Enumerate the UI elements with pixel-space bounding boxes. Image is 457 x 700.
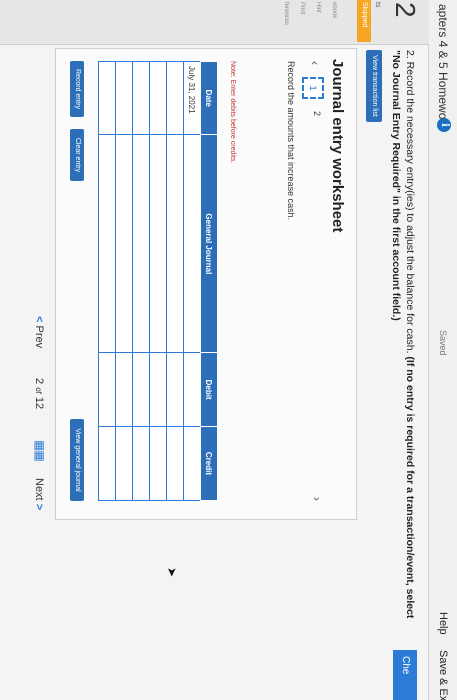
view-general-journal-button[interactable]: View general journal bbox=[70, 419, 84, 501]
table-row bbox=[98, 61, 116, 501]
worksheet-title: Journal entry worksheet bbox=[329, 59, 346, 233]
col-credit: Credit bbox=[200, 426, 218, 501]
account-field[interactable] bbox=[115, 134, 133, 353]
col-general-journal: General Journal bbox=[200, 134, 218, 353]
debit-field[interactable] bbox=[98, 352, 116, 427]
homework-title: apters 4 & 5 Homework bbox=[436, 4, 450, 130]
saved-status: Saved bbox=[438, 330, 448, 356]
references-link[interactable]: ferences bbox=[283, 2, 289, 25]
date-cell[interactable]: July 31, 2021 bbox=[183, 61, 201, 135]
account-field[interactable] bbox=[98, 134, 116, 353]
table-row bbox=[132, 61, 150, 501]
chevron-right-icon: > bbox=[33, 503, 45, 511]
chevron-left-icon: < bbox=[33, 316, 45, 323]
account-field[interactable] bbox=[166, 134, 184, 353]
account-field[interactable] bbox=[149, 134, 167, 353]
record-entry-button[interactable]: Record entry bbox=[70, 61, 84, 117]
photo-frame: apters 4 & 5 Homework i Saved Help Save … bbox=[0, 0, 457, 700]
table-row bbox=[166, 61, 184, 501]
credit-field[interactable] bbox=[132, 426, 150, 501]
debit-field[interactable] bbox=[132, 352, 150, 427]
prev-label: Prev bbox=[33, 325, 45, 349]
date-cell[interactable] bbox=[132, 61, 150, 135]
debit-credit-note: Note: Enter debits before credits. bbox=[229, 61, 236, 164]
screen: apters 4 & 5 Homework i Saved Help Save … bbox=[0, 0, 457, 700]
worksheet-instruction: Record the amounts that increase cash. bbox=[286, 61, 296, 221]
clear-entry-button[interactable]: Clear entry bbox=[70, 129, 84, 181]
hint-link[interactable]: Hint bbox=[315, 2, 321, 13]
grid-icon[interactable]: ▦▦ bbox=[33, 440, 47, 461]
question-text-main: 2. Record the necessary entry(ies) to ad… bbox=[404, 50, 416, 357]
points-label: ts bbox=[374, 2, 381, 8]
credit-field[interactable] bbox=[149, 426, 167, 501]
ebook-link[interactable]: ebook bbox=[331, 2, 337, 18]
journal-worksheet-panel: Journal entry worksheet ‹ 1 2 › Record t… bbox=[55, 48, 357, 520]
current-page: 2 bbox=[33, 378, 45, 385]
credit-field[interactable] bbox=[183, 426, 201, 501]
chevron-right-icon[interactable]: › bbox=[310, 497, 324, 501]
next-button[interactable]: Next > bbox=[33, 478, 45, 510]
chevron-left-icon[interactable]: ‹ bbox=[308, 61, 322, 65]
print-link[interactable]: Print bbox=[299, 2, 305, 14]
skipped-badge: Skipped bbox=[357, 0, 371, 42]
help-link[interactable]: Help bbox=[437, 612, 449, 635]
info-icon[interactable]: i bbox=[437, 118, 451, 132]
prev-button[interactable]: < Prev bbox=[33, 316, 45, 348]
date-cell[interactable] bbox=[98, 61, 116, 135]
table-row: July 31, 2021 bbox=[183, 61, 201, 501]
debit-field[interactable] bbox=[183, 352, 201, 427]
col-debit: Debit bbox=[200, 352, 218, 427]
debit-field[interactable] bbox=[115, 352, 133, 427]
top-bar: apters 4 & 5 Homework i Saved Help Save … bbox=[428, 0, 457, 700]
account-field[interactable] bbox=[183, 134, 201, 353]
question-text: 2. Record the necessary entry(ies) to ad… bbox=[389, 50, 417, 640]
left-sidebar: 2 ts Skipped ebook Hint Print ferences bbox=[0, 0, 429, 45]
worksheet-tab-2[interactable]: 2 bbox=[312, 111, 322, 116]
next-label: Next bbox=[33, 478, 45, 501]
question-number: 2 bbox=[390, 2, 421, 18]
date-cell[interactable] bbox=[166, 61, 184, 135]
save-exit-button[interactable]: Save & Ex bbox=[437, 650, 449, 700]
date-cell[interactable] bbox=[115, 61, 133, 135]
page-indicator: 2 of 12 bbox=[33, 378, 45, 409]
page-of: of bbox=[34, 387, 43, 394]
debit-field[interactable] bbox=[166, 352, 184, 427]
journal-header-row: Date General Journal Debit Credit bbox=[200, 61, 218, 501]
table-row bbox=[149, 61, 167, 501]
view-transaction-list-button[interactable]: View transaction list bbox=[366, 50, 382, 122]
col-date: Date bbox=[200, 61, 218, 135]
credit-field[interactable] bbox=[166, 426, 184, 501]
account-field[interactable] bbox=[132, 134, 150, 353]
total-pages: 12 bbox=[33, 396, 45, 410]
worksheet-tab-1[interactable]: 1 bbox=[302, 77, 324, 99]
table-row bbox=[115, 61, 133, 501]
date-cell[interactable] bbox=[149, 61, 167, 135]
check-my-work-button[interactable]: Che bbox=[393, 650, 417, 700]
journal-table: Date General Journal Debit Credit July 3… bbox=[98, 61, 218, 501]
credit-field[interactable] bbox=[98, 426, 116, 501]
debit-field[interactable] bbox=[149, 352, 167, 427]
credit-field[interactable] bbox=[115, 426, 133, 501]
cursor-icon: ➤ bbox=[165, 567, 179, 578]
